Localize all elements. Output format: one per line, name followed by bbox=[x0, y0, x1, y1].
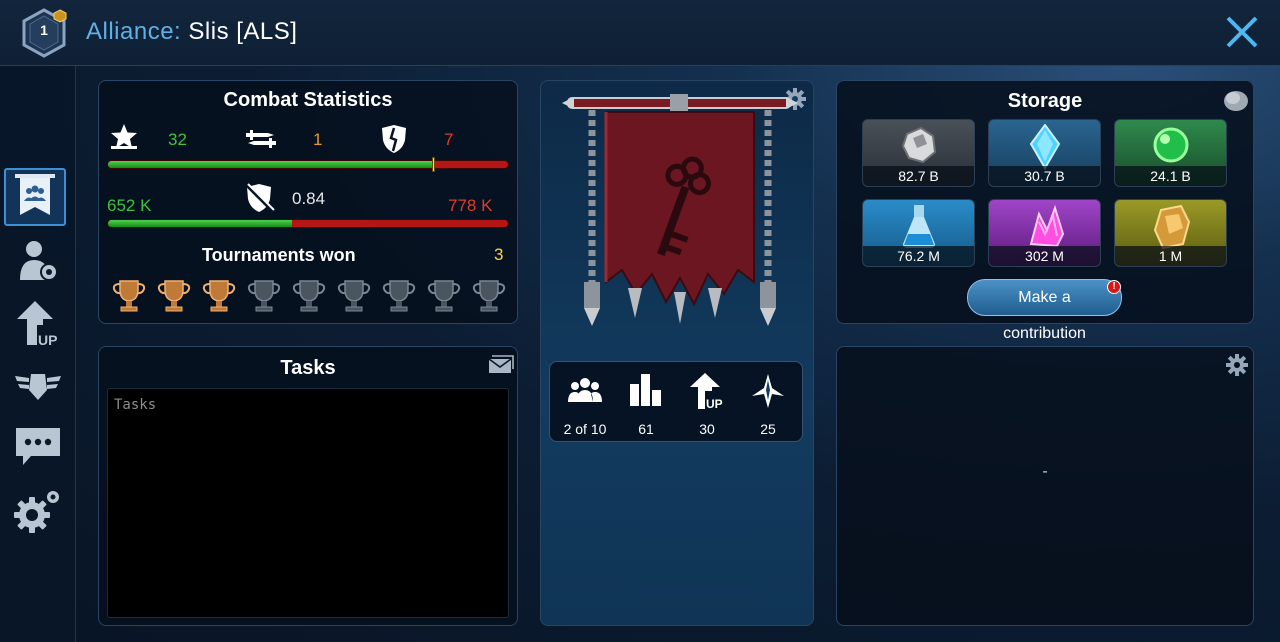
info-settings-icon[interactable] bbox=[1225, 353, 1249, 377]
trophy-won-icon bbox=[156, 278, 192, 314]
top-bar: 1 Alliance: Slis [ALS] bbox=[0, 0, 1280, 66]
upgrade-up-icon: UP bbox=[690, 373, 723, 411]
crossed-swords-icon bbox=[246, 130, 276, 148]
storage-title: Storage bbox=[1007, 90, 1083, 112]
metal-ore-icon bbox=[901, 126, 937, 164]
resource-metal[interactable]: 82.7 B bbox=[862, 119, 975, 187]
sidebar: UP bbox=[0, 66, 76, 642]
alliance-label: Alliance: bbox=[86, 18, 182, 45]
power-ratio-value: 0.84 bbox=[292, 189, 326, 208]
notification-badge: ! bbox=[1107, 280, 1121, 294]
resource-orb-value: 24.1 B bbox=[1115, 166, 1226, 186]
win-ratio-fill bbox=[108, 161, 432, 168]
power-ratio-bar bbox=[107, 219, 509, 228]
chat-icon bbox=[16, 428, 60, 465]
close-icon bbox=[1226, 16, 1258, 48]
tournaments-won-count: 3 bbox=[494, 245, 504, 264]
shield-strike-icon bbox=[244, 182, 276, 214]
crystal-icon bbox=[1029, 124, 1061, 170]
sidebar-item-settings[interactable] bbox=[8, 482, 68, 540]
page-title: Alliance: Slis [ALS] bbox=[86, 18, 297, 46]
wings-emblem-icon bbox=[15, 374, 61, 400]
tournaments-won-label: Tournaments won bbox=[202, 245, 356, 265]
alliance-name: Slis [ALS] bbox=[188, 18, 298, 45]
sidebar-item-chat[interactable] bbox=[8, 418, 68, 476]
sidebar-item-members[interactable] bbox=[8, 232, 68, 290]
settings-icon bbox=[14, 491, 59, 533]
victory-star-icon bbox=[111, 124, 137, 149]
gold-shard-icon bbox=[1153, 204, 1191, 250]
resource-gold[interactable]: 1 M bbox=[1114, 199, 1227, 267]
make-contribution-button[interactable]: Make a bbox=[967, 279, 1122, 316]
close-button[interactable] bbox=[1222, 12, 1262, 52]
right-power-value: 778 K bbox=[448, 196, 493, 215]
members-icon bbox=[568, 378, 602, 402]
combat-statistics-title: Combat Statistics bbox=[223, 89, 393, 111]
members-count: 2 of 10 bbox=[563, 421, 607, 437]
resource-metal-value: 82.7 B bbox=[863, 166, 974, 186]
alliance-description: - bbox=[1042, 463, 1048, 480]
broken-shield-icon bbox=[382, 125, 406, 153]
alliance-info-panel: - bbox=[836, 346, 1254, 626]
green-orb-icon bbox=[1153, 127, 1189, 163]
mail-icon[interactable] bbox=[488, 355, 514, 375]
trophy-empty-icon bbox=[381, 278, 417, 314]
power-ratio-fill bbox=[108, 220, 292, 227]
alliance-banner bbox=[562, 94, 798, 326]
sidebar-item-alliance[interactable] bbox=[4, 168, 66, 226]
resource-orb[interactable]: 24.1 B bbox=[1114, 119, 1227, 187]
svg-text:UP: UP bbox=[706, 397, 723, 411]
sidebar-item-emblem[interactable] bbox=[8, 357, 68, 415]
resource-pink-crystal-value: 302 M bbox=[989, 246, 1100, 266]
rating-bars-icon bbox=[630, 374, 661, 406]
tasks-title: Tasks bbox=[280, 357, 336, 379]
trophy-won-icon bbox=[111, 278, 147, 314]
resource-stack-icon[interactable] bbox=[1222, 87, 1250, 113]
alliance-info-box: UP 2 of 10 61 30 25 bbox=[549, 361, 803, 442]
trophy-won-icon bbox=[201, 278, 237, 314]
alliance-banner-icon bbox=[15, 174, 55, 215]
rating-value: 61 bbox=[638, 421, 654, 437]
losses-count: 7 bbox=[444, 130, 454, 149]
trophy-empty-icon bbox=[426, 278, 462, 314]
win-ratio-marker bbox=[431, 157, 435, 172]
member-settings-icon bbox=[20, 241, 58, 281]
rank-value: 25 bbox=[760, 421, 776, 437]
upgrade-icon: UP bbox=[17, 301, 57, 348]
resource-fuel-value: 76.2 M bbox=[863, 246, 974, 266]
tasks-placeholder: Tasks bbox=[114, 397, 157, 413]
rank-insignia-icon bbox=[752, 374, 784, 408]
rank-number: 1 bbox=[40, 22, 48, 38]
trophy-empty-icon bbox=[291, 278, 327, 314]
trophy-empty-icon bbox=[246, 278, 282, 314]
rank-badge: 1 bbox=[20, 8, 68, 58]
upgrade-level: 30 bbox=[699, 421, 715, 437]
flask-icon bbox=[903, 205, 935, 248]
trophy-empty-icon bbox=[471, 278, 507, 314]
svg-text:UP: UP bbox=[38, 332, 57, 348]
resource-crystal-value: 30.7 B bbox=[989, 166, 1100, 186]
wins-count: 32 bbox=[168, 130, 187, 149]
resource-gold-value: 1 M bbox=[1115, 246, 1226, 266]
tasks-input[interactable]: Tasks bbox=[107, 388, 509, 618]
win-ratio-bar bbox=[107, 160, 509, 169]
resource-fuel[interactable]: 76.2 M bbox=[862, 199, 975, 267]
resource-pink-crystal[interactable]: 302 M bbox=[988, 199, 1101, 267]
contribution-caption: contribution bbox=[1003, 325, 1086, 342]
resource-crystal[interactable]: 30.7 B bbox=[988, 119, 1101, 187]
pink-crystal-icon bbox=[1029, 204, 1065, 248]
left-power-value: 652 K bbox=[107, 196, 152, 215]
sidebar-item-upgrade[interactable]: UP bbox=[8, 295, 68, 353]
draws-count: 1 bbox=[313, 130, 323, 149]
trophy-empty-icon bbox=[336, 278, 372, 314]
